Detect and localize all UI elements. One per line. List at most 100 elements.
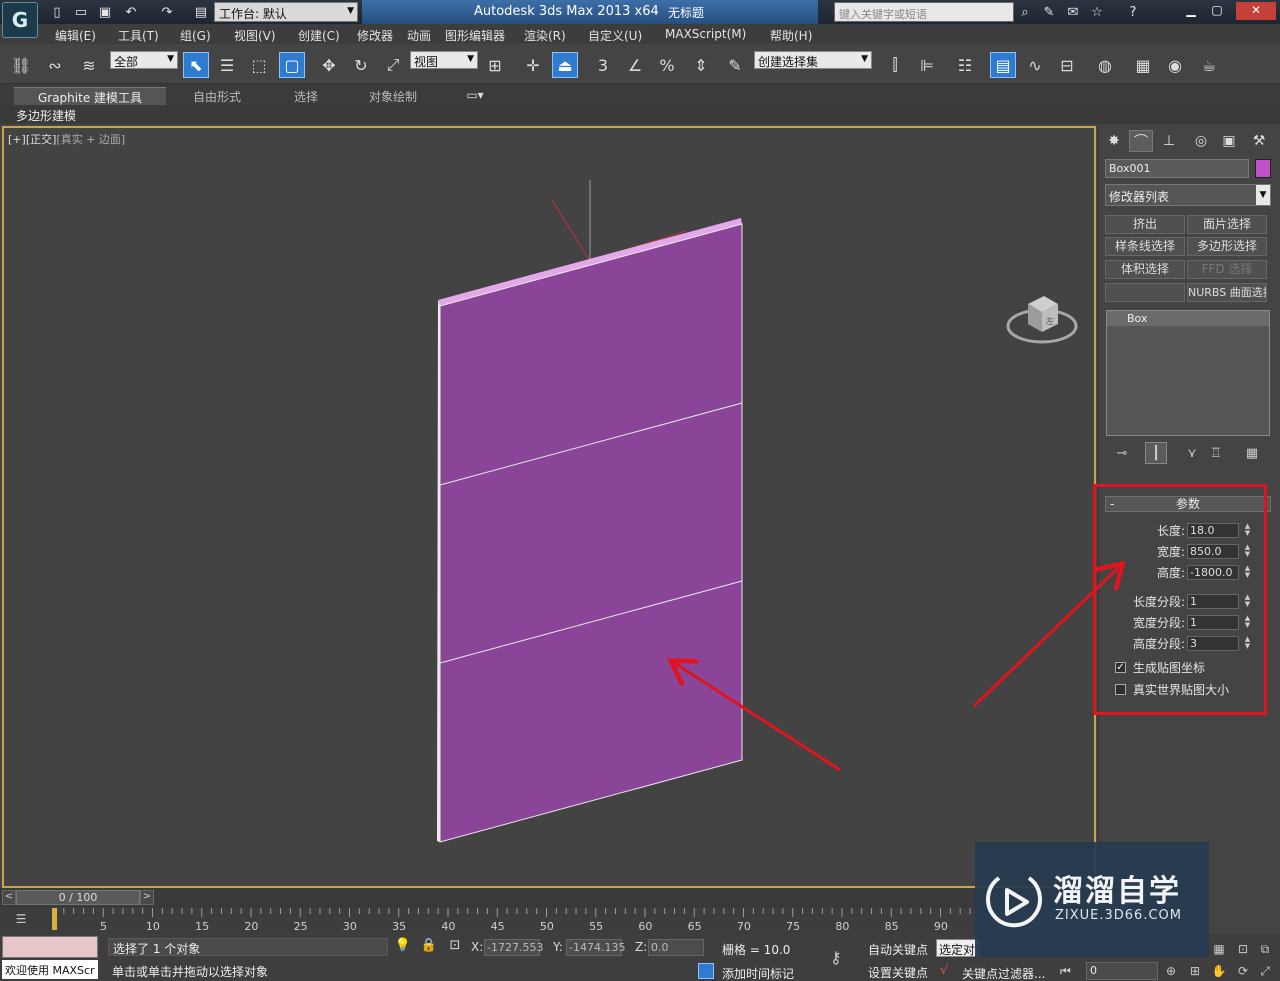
configure-modifier-sets-icon[interactable]: ▦ (1241, 442, 1263, 464)
width-segs-spinner[interactable]: ▲ ▼ (1243, 615, 1252, 630)
current-frame-field[interactable]: 0 (1086, 962, 1158, 980)
motion-tab-icon[interactable]: ◎ (1189, 130, 1213, 152)
modifier-extrude-button[interactable]: 挤出 (1105, 215, 1185, 234)
favorites-star-icon[interactable]: ☆ (1088, 3, 1106, 21)
x-coord-field[interactable]: -1727.553 (484, 939, 543, 956)
width-spinner[interactable]: ▲ ▼ (1243, 544, 1252, 559)
width-segs-field[interactable]: 1 (1187, 615, 1239, 630)
time-slider-thumb[interactable]: 0 / 100 (16, 890, 140, 905)
menu-maxscript[interactable]: MAXScript(M) (665, 27, 746, 41)
maxscript-welcome-text[interactable]: 欢迎使用 MAXScr (2, 960, 98, 979)
next-frame-button[interactable]: > (140, 890, 154, 905)
edit-named-selection-icon[interactable]: ✎ (722, 52, 748, 78)
goto-start-icon[interactable]: ⏮ (1060, 964, 1071, 979)
bind-spacewarp-icon[interactable]: ≋ (76, 52, 102, 78)
menu-graph-editors[interactable]: 图形编辑器 (445, 27, 505, 44)
curve-editor-mini-icon[interactable]: ☰ (10, 912, 32, 930)
subscription-icon[interactable]: ✎ (1040, 3, 1058, 21)
binoculars-icon[interactable]: ⌕ (1016, 3, 1034, 21)
select-rotate-icon[interactable]: ↻ (348, 52, 374, 78)
maximize-viewport-icon[interactable]: ⤢ (1256, 964, 1274, 981)
gen-mapping-checkbox[interactable]: ✓ (1115, 662, 1126, 673)
rendered-frame-icon[interactable]: ◉ (1162, 52, 1188, 78)
zoom-region-icon[interactable]: ▦ (1210, 942, 1228, 960)
height-segs-spinner[interactable]: ▲ ▼ (1243, 636, 1252, 651)
link-icon[interactable]: ⛓ (8, 52, 34, 78)
keyboard-shortcut-override-icon[interactable]: ⏏ (552, 52, 578, 78)
tab-object-paint[interactable]: 对象绘制 (352, 87, 434, 105)
pan-view-icon[interactable]: ✋ (1210, 964, 1228, 981)
modifier-nurbs-select-button[interactable]: NURBS 曲面选择 (1187, 283, 1267, 302)
make-unique-icon[interactable]: ⋎ (1181, 442, 1203, 464)
graphite-toggle-icon[interactable]: ▤ (990, 52, 1016, 78)
set-key-icon[interactable]: ⚷ (830, 948, 842, 967)
redo-icon[interactable]: ↷ (158, 3, 176, 21)
stack-item-box[interactable]: Box (1107, 311, 1269, 326)
selection-filter-dropdown[interactable]: 全部 ▼ (110, 51, 178, 69)
menu-views[interactable]: 视图(V) (234, 27, 276, 44)
remove-modifier-icon[interactable]: ♖ (1205, 442, 1227, 464)
length-segs-spinner[interactable]: ▲ ▼ (1243, 594, 1252, 609)
hierarchy-tab-icon[interactable]: ⊥ (1157, 130, 1181, 152)
undo-icon[interactable]: ↶ (122, 3, 140, 21)
object-color-swatch[interactable] (1255, 159, 1271, 178)
material-editor-icon[interactable]: ◍ (1092, 52, 1118, 78)
key-filters-button[interactable]: 关键点过滤器... (962, 965, 1045, 981)
render-setup-icon[interactable]: ▦ (1130, 52, 1156, 78)
help-icon[interactable]: ? (1124, 3, 1142, 21)
modifier-ffd-select-button[interactable]: FFD 选择 (1187, 260, 1267, 279)
menu-customize[interactable]: 自定义(U) (588, 27, 642, 44)
unlink-icon[interactable]: ∾ (42, 52, 68, 78)
open-file-icon[interactable]: ▭ (72, 3, 90, 21)
modifier-empty-button[interactable] (1105, 283, 1185, 302)
height-segs-field[interactable]: 3 (1187, 636, 1239, 651)
percent-snap-icon[interactable]: % (654, 52, 680, 78)
menu-tools[interactable]: 工具(T) (118, 27, 159, 44)
viewcube[interactable]: 左 (1006, 284, 1078, 351)
real-world-map-checkbox[interactable] (1115, 684, 1126, 695)
save-file-icon[interactable]: ▣ (96, 3, 114, 21)
modifier-list-dropdown[interactable]: 修改器列表 ▼ (1105, 184, 1271, 206)
tab-graphite-modeling[interactable]: Graphite 建模工具 (14, 87, 166, 105)
auto-key-button[interactable]: 自动关键点 (868, 941, 928, 958)
current-frame-marker[interactable] (52, 908, 57, 930)
length-field[interactable]: 18.0 (1187, 523, 1239, 538)
ribbon-options-icon[interactable]: ▭▾ (462, 87, 488, 105)
menu-rendering[interactable]: 渲染(R) (524, 27, 566, 44)
prev-frame-button[interactable]: < (2, 890, 16, 905)
search-input[interactable]: 键入关键字或短语 (834, 2, 1014, 22)
isolate-selection-icon[interactable]: 💡 (394, 938, 412, 956)
align-icon[interactable]: ⊫ (914, 52, 940, 78)
length-segs-field[interactable]: 1 (1187, 594, 1239, 609)
snaps-toggle-icon[interactable]: 3 (590, 52, 616, 78)
select-scale-icon[interactable]: ⤢ (380, 52, 406, 78)
app-logo[interactable]: G (2, 2, 38, 38)
minimize-button[interactable]: ▁ (1178, 2, 1204, 20)
maximize-button[interactable]: ▢ (1204, 2, 1230, 20)
reference-coord-dropdown[interactable]: 视图 ▼ (410, 51, 478, 69)
height-field[interactable]: -1800.0 (1187, 565, 1239, 580)
polygon-modeling-label[interactable]: 多边形建模 (16, 107, 76, 124)
orbit-icon[interactable]: ⟳ (1234, 964, 1252, 981)
perspective-viewport[interactable]: [+][正交][真实 + 边面] 左 z x (2, 126, 1096, 981)
utilities-tab-icon[interactable]: ⚒ (1247, 130, 1271, 152)
tab-freeform[interactable]: 自由形式 (176, 87, 258, 105)
absolute-mode-icon[interactable]: ⊡ (446, 938, 464, 956)
project-folder-icon[interactable]: ▤ (192, 3, 210, 21)
select-by-name-icon[interactable]: ☰ (214, 52, 240, 78)
z-coord-field[interactable]: 0.0 (648, 939, 704, 956)
modifier-patch-select-button[interactable]: 面片选择 (1187, 215, 1267, 234)
pin-stack-icon[interactable]: ⊸ (1111, 442, 1133, 464)
field-of-view-icon[interactable]: ⧉ (1256, 942, 1274, 960)
layer-manager-icon[interactable]: ☷ (952, 52, 978, 78)
curve-editor-icon[interactable]: ∿ (1022, 52, 1048, 78)
menu-group[interactable]: 组(G) (180, 27, 211, 44)
menu-animation[interactable]: 动画 (407, 27, 431, 44)
angle-snap-icon[interactable]: ∠ (622, 52, 648, 78)
key-selection-set-dropdown[interactable]: 选定对象 (936, 939, 980, 957)
height-spinner[interactable]: ▲ ▼ (1243, 565, 1252, 580)
window-crossing-icon[interactable]: ▢ (279, 52, 305, 78)
modifier-poly-select-button[interactable]: 多边形选择 (1187, 237, 1267, 256)
zoom-extents-all-icon[interactable]: ⊞ (1186, 964, 1204, 981)
length-spinner[interactable]: ▲ ▼ (1243, 523, 1252, 538)
